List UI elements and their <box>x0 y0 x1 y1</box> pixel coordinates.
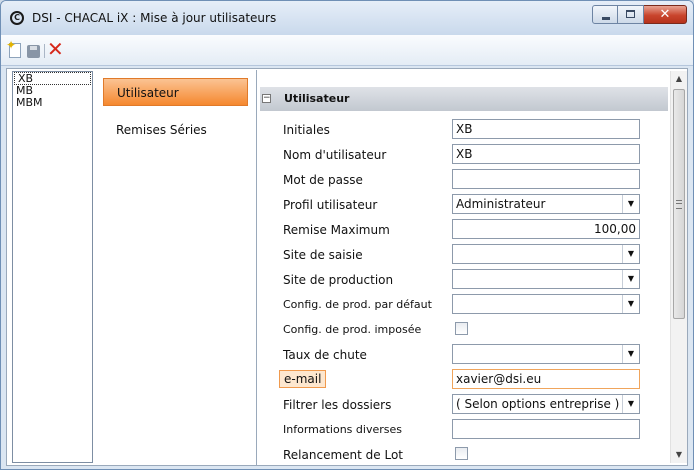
nav-item-remises-series[interactable]: Remises Séries <box>103 116 248 144</box>
profil-utilisateur-select[interactable]: Administrateur ▼ <box>452 194 640 214</box>
mot-de-passe-input[interactable] <box>452 169 640 189</box>
toolbar-separator <box>44 44 45 58</box>
chevron-down-icon[interactable]: ▼ <box>622 345 639 363</box>
informations-diverses-input[interactable] <box>452 419 640 439</box>
filtrer-dossiers-select[interactable]: ( Selon options entreprise ) ▼ <box>452 394 640 414</box>
close-button[interactable]: ✕ <box>644 5 687 24</box>
label-profil-utilisateur: Profil utilisateur <box>283 198 378 212</box>
maximize-icon <box>626 10 635 18</box>
minimize-icon <box>602 17 610 20</box>
new-icon[interactable]: ✦ <box>6 39 21 58</box>
scrollbar-thumb[interactable] <box>673 89 685 319</box>
relancement-de-lot-checkbox[interactable] <box>455 447 468 460</box>
label-site-de-production: Site de production <box>283 273 394 287</box>
filtrer-dossiers-value: ( Selon options entreprise ) <box>456 397 620 411</box>
maximize-button[interactable] <box>618 5 644 24</box>
collapse-icon[interactable]: − <box>262 94 271 103</box>
new-star-icon: ✦ <box>6 38 17 52</box>
scroll-down-icon[interactable]: ▼ <box>671 447 687 463</box>
section-header[interactable]: − Utilisateur <box>260 87 668 111</box>
scroll-up-icon[interactable]: ▲ <box>671 71 687 87</box>
panel-divider <box>256 70 257 466</box>
property-grid: − Utilisateur Initiales XB Nom d'utilisa… <box>260 71 668 463</box>
label-e-mail: e-mail <box>279 370 327 388</box>
app-logo-icon: C <box>10 11 24 25</box>
user-list[interactable]: XB MB MBM <box>12 71 93 463</box>
label-remise-maximum: Remise Maximum <box>283 223 390 237</box>
chevron-down-icon[interactable]: ▼ <box>622 270 639 288</box>
vertical-scrollbar[interactable]: ▲ ▼ <box>670 71 687 463</box>
close-icon: ✕ <box>659 7 671 22</box>
window-title: DSI - CHACAL iX : Mise à jour utilisateu… <box>32 11 277 25</box>
save-slot <box>30 46 37 50</box>
label-config-prod-imposee: Config. de prod. imposée <box>283 323 422 336</box>
delete-icon[interactable]: ✕ <box>47 39 64 59</box>
grip-icon <box>676 200 682 209</box>
section-nav: Utilisateur Remises Séries <box>96 71 252 463</box>
toolbar: ✦ ✕ <box>1 35 693 66</box>
chevron-down-icon[interactable]: ▼ <box>622 395 639 413</box>
email-field[interactable]: xavier@dsi.eu <box>452 369 640 389</box>
profil-utilisateur-value: Administrateur <box>456 197 546 211</box>
label-taux-de-chute: Taux de chute <box>283 348 367 362</box>
label-filtrer-dossiers: Filtrer les dossiers <box>283 398 392 412</box>
save-icon[interactable] <box>27 45 40 58</box>
label-site-de-saisie: Site de saisie <box>283 248 363 262</box>
site-de-saisie-select[interactable]: ▼ <box>452 244 640 264</box>
initiales-input[interactable]: XB <box>452 119 640 139</box>
label-mot-de-passe: Mot de passe <box>283 173 363 187</box>
config-prod-imposee-checkbox[interactable] <box>455 322 468 335</box>
nom-utilisateur-input[interactable]: XB <box>452 144 640 164</box>
label-nom-utilisateur: Nom d'utilisateur <box>283 148 387 162</box>
remise-maximum-input[interactable]: 100,00 <box>452 219 640 239</box>
section-title: Utilisateur <box>284 92 350 105</box>
title-bar[interactable]: C DSI - CHACAL iX : Mise à jour utilisat… <box>1 1 693 35</box>
label-relancement-de-lot: Relancement de Lot <box>283 448 403 462</box>
nav-item-utilisateur[interactable]: Utilisateur <box>103 78 248 106</box>
user-item-mbm[interactable]: MBM <box>13 97 92 109</box>
chevron-down-icon[interactable]: ▼ <box>622 295 639 313</box>
window-controls: ✕ <box>592 5 687 24</box>
site-de-production-select[interactable]: ▼ <box>452 269 640 289</box>
label-config-prod-defaut: Config. de prod. par défaut <box>283 298 432 311</box>
minimize-button[interactable] <box>592 5 618 24</box>
chevron-down-icon[interactable]: ▼ <box>622 195 639 213</box>
config-prod-defaut-select[interactable]: ▼ <box>452 294 640 314</box>
label-initiales: Initiales <box>283 123 330 137</box>
taux-de-chute-select[interactable]: ▼ <box>452 344 640 364</box>
label-informations-diverses: Informations diverses <box>283 423 402 436</box>
chevron-down-icon[interactable]: ▼ <box>622 245 639 263</box>
